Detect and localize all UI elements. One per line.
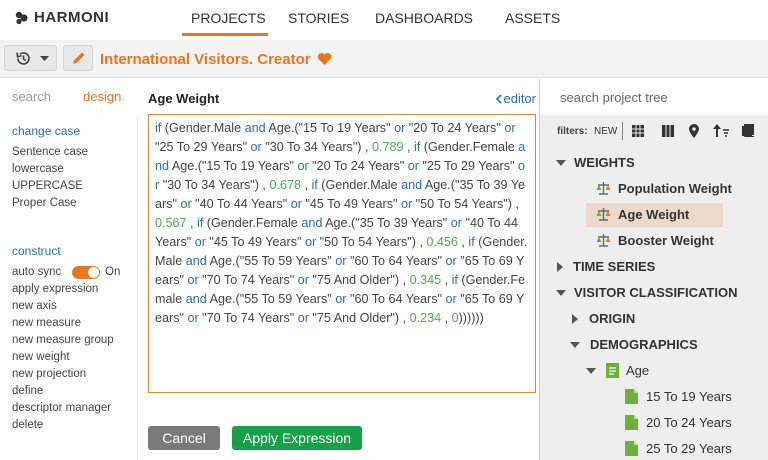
tab-dashboards[interactable]: DASHBOARDS <box>375 10 473 26</box>
tree-node-label: WEIGHTS <box>574 155 635 170</box>
left-tabs: search design <box>0 79 138 115</box>
sort-icon[interactable] <box>713 124 729 137</box>
logo[interactable]: HARMONI <box>14 9 109 26</box>
caret-right-icon <box>572 313 578 324</box>
tree-node-age-20-24[interactable]: 20 To 24 Years <box>625 415 732 430</box>
auto-sync-state: On <box>105 266 121 278</box>
book-icon[interactable] <box>742 124 754 137</box>
tab-projects[interactable]: PROJECTS <box>191 10 266 26</box>
scale-icon <box>596 234 611 247</box>
edit-button[interactable] <box>63 45 93 71</box>
expression-code[interactable]: if (Gender.Male and Age.("15 To 19 Years… <box>148 114 536 393</box>
scale-icon <box>596 182 611 195</box>
tree-node-age-15-19[interactable]: 15 To 19 Years <box>625 389 732 404</box>
tree-node-label: Age Weight <box>618 207 690 222</box>
tree-search-placeholder: search project tree <box>560 90 668 105</box>
construct-new-projection[interactable]: new projection <box>12 368 86 380</box>
caret-down-icon <box>556 289 566 296</box>
construct-new-measure-group[interactable]: new measure group <box>12 334 114 346</box>
top-nav: HARMONI PROJECTS STORIES DASHBOARDS ASSE… <box>0 0 768 36</box>
active-tab-indicator <box>182 33 268 36</box>
tree-node-visitor-classification[interactable]: VISITOR CLASSIFICATION <box>556 285 737 300</box>
history-button[interactable] <box>4 45 57 71</box>
tree-node-label: 25 To 29 Years <box>646 441 732 456</box>
case-lowercase[interactable]: lowercase <box>12 163 64 175</box>
grid-icon[interactable] <box>632 125 644 137</box>
file-icon <box>625 415 638 430</box>
columns-icon[interactable] <box>662 125 674 137</box>
tree-node-age[interactable]: Age <box>586 363 649 378</box>
brand-name: HARMONI <box>34 9 110 26</box>
tree-node-weights[interactable]: WEIGHTS <box>556 155 635 170</box>
tree-node-label: DEMOGRAPHICS <box>590 337 698 352</box>
project-tree-panel: search project tree filters: NEW WEIGHTS <box>539 79 768 460</box>
toggle-knob <box>88 267 99 278</box>
construct-apply-expression[interactable]: apply expression <box>12 283 98 295</box>
tree-node-population-weight[interactable]: Population Weight <box>596 181 732 196</box>
tree-node-label: ORIGIN <box>589 311 636 326</box>
expression-editor: Age Weight editor if (Gender.Male and Ag… <box>139 79 538 460</box>
caret-down-icon <box>570 341 580 348</box>
project-title: International Visitors. Creator <box>100 51 332 68</box>
tree-node-label: 15 To 19 Years <box>646 389 732 404</box>
harmoni-logo-icon <box>15 11 28 24</box>
filters-divider <box>622 122 623 140</box>
filters-bar: filters: NEW <box>540 117 768 145</box>
editor-link-text: editor <box>503 91 536 106</box>
tab-stories[interactable]: STORIES <box>288 10 349 26</box>
chevron-down-icon <box>40 56 49 61</box>
auto-sync-toggle[interactable] <box>72 266 100 279</box>
tree-node-booster-weight[interactable]: Booster Weight <box>596 233 714 248</box>
tree-node-origin[interactable]: ORIGIN <box>572 311 635 326</box>
tree-node-demographics[interactable]: DEMOGRAPHICS <box>570 337 698 352</box>
tree-node-label: TIME SERIES <box>573 259 656 274</box>
editor-link[interactable]: editor <box>495 91 536 106</box>
editor-title: Age Weight <box>148 91 220 106</box>
case-sentence[interactable]: Sentence case <box>12 146 88 158</box>
case-uppercase[interactable]: UPPERCASE <box>12 180 83 192</box>
tree-node-time-series[interactable]: TIME SERIES <box>557 259 655 274</box>
tree-node-label: Age <box>626 363 650 378</box>
heart-icon[interactable] <box>317 52 332 66</box>
case-proper[interactable]: Proper Case <box>12 197 77 209</box>
project-title-text: International Visitors. Creator <box>100 51 311 68</box>
tab-search[interactable]: search <box>12 89 51 104</box>
construct-new-axis[interactable]: new axis <box>12 300 57 312</box>
construct-new-measure[interactable]: new measure <box>12 317 81 329</box>
construct-title[interactable]: construct <box>12 244 61 258</box>
tab-design[interactable]: design <box>83 89 121 104</box>
construct-define[interactable]: define <box>12 385 43 397</box>
construct-descriptor-manager[interactable]: descriptor manager <box>12 402 111 414</box>
tree-node-label: Population Weight <box>618 181 732 196</box>
construct-delete[interactable]: delete <box>12 419 43 431</box>
change-case-title[interactable]: change case <box>12 124 80 138</box>
file-icon <box>625 441 638 456</box>
history-icon <box>16 52 30 65</box>
tree-node-label: 20 To 24 Years <box>646 415 732 430</box>
construct-new-weight[interactable]: new weight <box>12 351 70 363</box>
auto-sync-label: auto sync <box>12 266 62 278</box>
scale-icon <box>596 208 611 221</box>
caret-down-icon <box>586 367 596 374</box>
caret-down-icon <box>556 159 566 166</box>
map-pin-icon[interactable] <box>689 124 699 138</box>
left-sidebar: search design change case Sentence case … <box>0 79 138 460</box>
tree-node-label: VISITOR CLASSIFICATION <box>574 285 738 300</box>
tree-node-age-weight[interactable]: Age Weight <box>596 207 689 222</box>
filters-label: filters: <box>557 126 588 137</box>
tree-search-input[interactable]: search project tree <box>540 79 768 115</box>
caret-right-icon <box>557 261 563 272</box>
cancel-button[interactable]: Cancel <box>148 426 220 450</box>
tree-node-age-25-29[interactable]: 25 To 29 Years <box>625 441 732 456</box>
tab-assets[interactable]: ASSETS <box>505 10 560 26</box>
tree-node-label: Booster Weight <box>618 233 714 248</box>
document-icon <box>606 363 619 378</box>
apply-expression-button[interactable]: Apply Expression <box>232 426 362 450</box>
filter-new[interactable]: NEW <box>594 126 617 137</box>
project-toolbar: International Visitors. Creator <box>0 40 768 78</box>
pencil-icon <box>73 52 85 64</box>
file-icon <box>625 389 638 404</box>
